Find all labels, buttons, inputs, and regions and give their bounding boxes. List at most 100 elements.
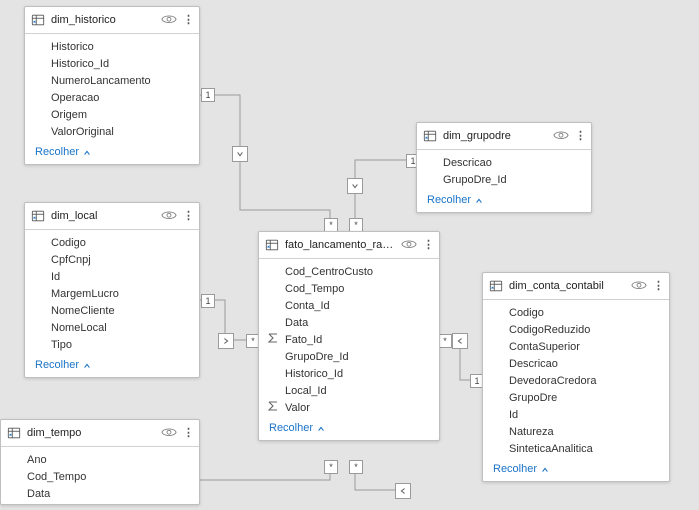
field-item[interactable]: Cod_Tempo — [1, 468, 199, 485]
field-item[interactable]: Cod_Tempo — [259, 280, 439, 297]
collapse-link[interactable]: Recolher — [417, 190, 591, 212]
field-item[interactable]: Historico_Id — [25, 55, 199, 72]
field-item[interactable]: SinteticaAnalitica — [483, 440, 669, 457]
field-item[interactable]: Origem — [25, 106, 199, 123]
model-canvas[interactable]: 1 * 1 * 1 * 1 * * * dim_historico ⋮Histo… — [0, 0, 699, 510]
field-item[interactable]: GrupoDre_Id — [417, 171, 591, 188]
field-item[interactable]: Conta_Id — [259, 297, 439, 314]
field-item[interactable]: CpfCnpj — [25, 251, 199, 268]
field-item[interactable]: Codigo — [25, 234, 199, 251]
visibility-icon[interactable] — [161, 426, 177, 440]
more-options-icon[interactable]: ⋮ — [653, 281, 663, 291]
field-label: CpfCnpj — [51, 254, 91, 266]
visibility-icon[interactable] — [161, 209, 177, 223]
field-label: Descricao — [443, 157, 492, 169]
field-item[interactable]: Codigo — [483, 304, 669, 321]
table-header[interactable]: dim_conta_contabil ⋮ — [483, 273, 669, 300]
collapse-link[interactable]: Recolher — [25, 142, 199, 164]
fields-list: AnoCod_TempoData — [1, 447, 199, 504]
visibility-icon[interactable] — [631, 279, 647, 293]
field-item[interactable]: Descricao — [483, 355, 669, 372]
collapse-label: Recolher — [269, 422, 313, 434]
table-dim_conta_contabil[interactable]: dim_conta_contabil ⋮ Codigo CodigoReduzido… — [482, 272, 670, 482]
collapse-link[interactable]: Recolher — [259, 418, 439, 440]
sigma-icon — [267, 332, 279, 344]
field-label: Cod_CentroCusto — [285, 266, 373, 278]
table-dim_grupodre[interactable]: dim_grupodre ⋮ Descricao GrupoDre_Id Recolh… — [416, 122, 592, 213]
field-item[interactable]: Id — [483, 406, 669, 423]
collapse-link[interactable]: Recolher — [483, 459, 669, 481]
field-label: Codigo — [51, 237, 86, 249]
more-options-icon[interactable]: ⋮ — [183, 15, 193, 25]
fields-list: Codigo CpfCnpj Id MargemLucro NomeCliente Nom… — [25, 230, 199, 355]
field-item[interactable]: Data — [1, 485, 199, 502]
visibility-icon[interactable] — [161, 13, 177, 27]
field-item[interactable]: Valor — [259, 399, 439, 416]
table-dim_historico[interactable]: dim_historico ⋮ Historico Historico_Id Nume… — [24, 6, 200, 165]
table-icon — [7, 426, 21, 440]
field-item[interactable]: Tipo — [25, 336, 199, 353]
table-icon — [31, 13, 45, 27]
chevron-up-icon — [317, 424, 325, 432]
table-fato_lancamento_rate[interactable]: fato_lancamento_rate... ⋮ Cod_CentroCusto… — [258, 231, 440, 441]
field-label: Descricao — [509, 358, 558, 370]
table-header[interactable]: dim_historico ⋮ — [25, 7, 199, 34]
visibility-icon[interactable] — [553, 129, 569, 143]
field-label: NomeLocal — [51, 322, 107, 334]
field-item[interactable]: Historico — [25, 38, 199, 55]
table-header[interactable]: fato_lancamento_rate... ⋮ — [259, 232, 439, 259]
more-options-icon[interactable]: ⋮ — [423, 240, 433, 250]
field-item[interactable]: Cod_CentroCusto — [259, 263, 439, 280]
field-item[interactable]: Natureza — [483, 423, 669, 440]
field-label: Codigo — [509, 307, 544, 319]
field-item[interactable]: CodigoReduzido — [483, 321, 669, 338]
sigma-icon — [267, 400, 279, 412]
field-item[interactable]: Local_Id — [259, 382, 439, 399]
more-options-icon[interactable]: ⋮ — [183, 428, 193, 438]
chevron-up-icon — [83, 148, 91, 156]
table-title: dim_tempo — [27, 427, 155, 439]
more-options-icon[interactable]: ⋮ — [183, 211, 193, 221]
field-item[interactable]: ValorOriginal — [25, 123, 199, 140]
field-label: GrupoDre_Id — [285, 351, 349, 363]
field-item[interactable]: Id — [25, 268, 199, 285]
field-label: Fato_Id — [285, 334, 322, 346]
field-item[interactable]: NomeCliente — [25, 302, 199, 319]
field-item[interactable]: Ano — [1, 451, 199, 468]
collapse-link[interactable]: Recolher — [25, 355, 199, 377]
field-label: MargemLucro — [51, 288, 119, 300]
table-icon — [489, 279, 503, 293]
field-label: NomeCliente — [51, 305, 115, 317]
field-label: Tipo — [51, 339, 72, 351]
field-item[interactable]: GrupoDre_Id — [259, 348, 439, 365]
visibility-icon[interactable] — [401, 238, 417, 252]
field-item[interactable]: MargemLucro — [25, 285, 199, 302]
field-label: SinteticaAnalitica — [509, 443, 593, 455]
table-header[interactable]: dim_tempo ⋮ — [1, 420, 199, 447]
table-title: dim_local — [51, 210, 155, 222]
field-item[interactable]: ContaSuperior — [483, 338, 669, 355]
collapse-label: Recolher — [35, 146, 79, 158]
table-header[interactable]: dim_local ⋮ — [25, 203, 199, 230]
field-item[interactable]: Operacao — [25, 89, 199, 106]
table-dim_tempo[interactable]: dim_tempo ⋮AnoCod_TempoData — [0, 419, 200, 505]
more-options-icon[interactable]: ⋮ — [575, 131, 585, 141]
field-label: Data — [285, 317, 308, 329]
table-icon — [31, 209, 45, 223]
field-item[interactable]: Fato_Id — [259, 331, 439, 348]
field-label: GrupoDre_Id — [443, 174, 507, 186]
field-item[interactable]: Data — [259, 314, 439, 331]
field-item[interactable]: Descricao — [417, 154, 591, 171]
table-dim_local[interactable]: dim_local ⋮ Codigo CpfCnpj Id MargemLucro Nom… — [24, 202, 200, 378]
field-item[interactable]: NomeLocal — [25, 319, 199, 336]
table-title: dim_historico — [51, 14, 155, 26]
field-item[interactable]: NumeroLancamento — [25, 72, 199, 89]
table-header[interactable]: dim_grupodre ⋮ — [417, 123, 591, 150]
field-item[interactable]: Historico_Id — [259, 365, 439, 382]
field-label: Historico — [51, 41, 94, 53]
field-item[interactable]: DevedoraCredora — [483, 372, 669, 389]
collapse-label: Recolher — [427, 194, 471, 206]
field-item[interactable]: GrupoDre — [483, 389, 669, 406]
table-icon — [265, 238, 279, 252]
field-label: NumeroLancamento — [51, 75, 151, 87]
